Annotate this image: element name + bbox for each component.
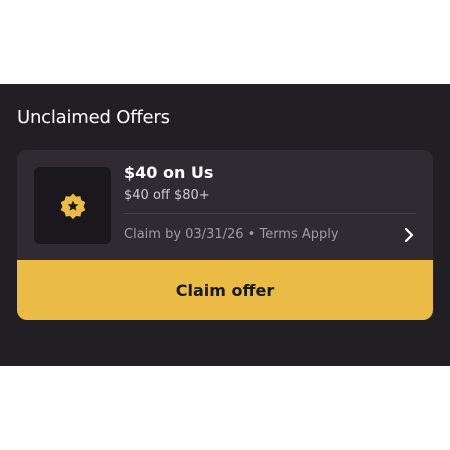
offer-icon-tile — [34, 167, 111, 244]
offer-title: $40 on Us — [124, 163, 214, 182]
offer-terms-link[interactable]: Claim by 03/31/26 • Terms Apply — [124, 224, 394, 244]
section-title: Unclaimed Offers — [17, 107, 170, 128]
offer-subtitle: $40 off $80+ — [124, 188, 210, 203]
star-badge-icon — [59, 192, 87, 220]
claim-offer-button[interactable]: Claim offer — [17, 260, 433, 320]
chevron-right-icon[interactable] — [402, 226, 416, 244]
offer-divider — [124, 213, 416, 214]
offer-card[interactable]: $40 on Us $40 off $80+ Claim by 03/31/26… — [17, 150, 433, 320]
